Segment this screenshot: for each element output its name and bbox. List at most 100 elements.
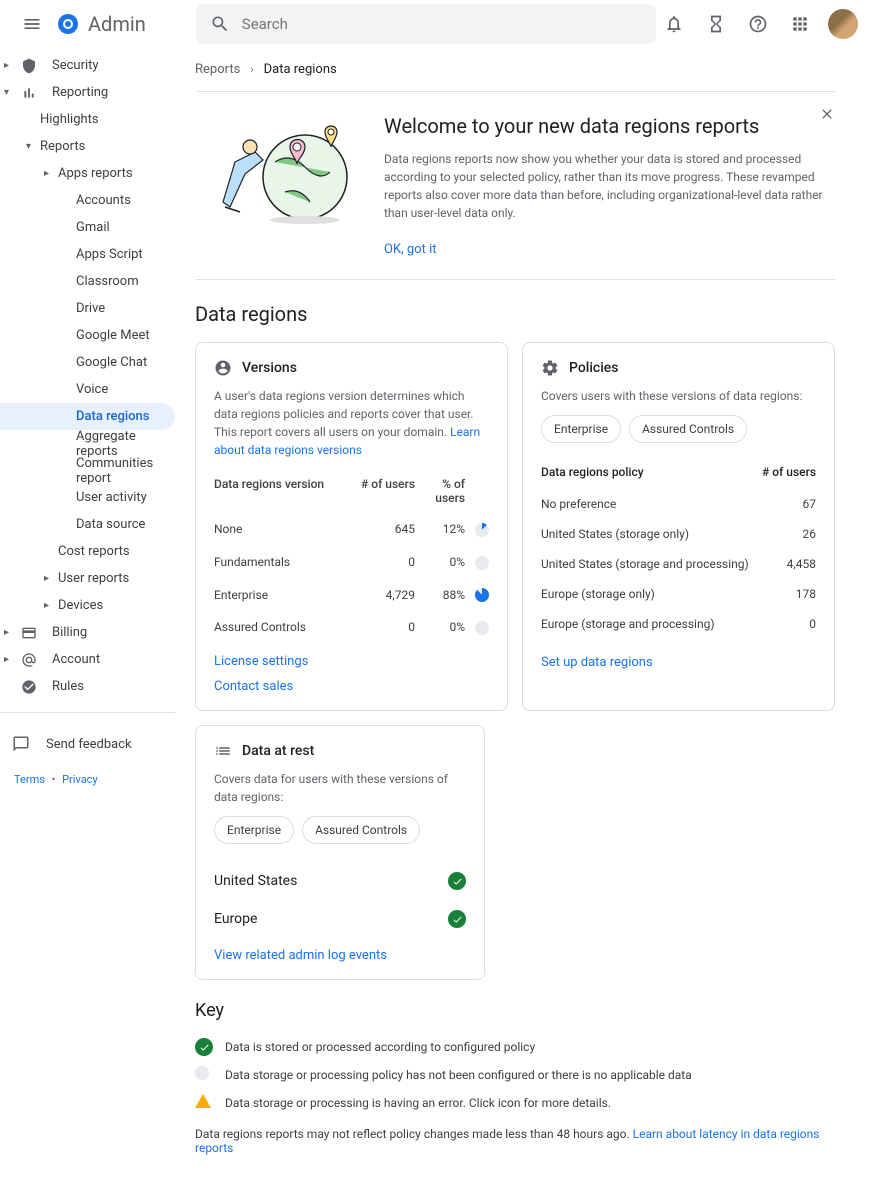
sidebar-item-label: Data source: [76, 517, 145, 532]
card-icon: [20, 624, 38, 642]
hamburger-menu-button[interactable]: [12, 4, 52, 44]
chevron-icon: ▸: [44, 573, 56, 584]
welcome-close-button[interactable]: [819, 106, 835, 126]
sidebar-item-drive[interactable]: Drive: [0, 295, 175, 322]
chevron-icon: ▾: [26, 141, 38, 152]
sidebar-divider: [0, 712, 175, 713]
bell-icon: [664, 14, 684, 34]
feedback-label: Send feedback: [46, 737, 132, 752]
key-note: Data regions reports may not reflect pol…: [195, 1127, 835, 1155]
sidebar-item-label: Google Chat: [76, 355, 147, 370]
sidebar-item-gmail[interactable]: Gmail: [0, 214, 175, 241]
search-bar[interactable]: [196, 4, 656, 44]
send-feedback-button[interactable]: Send feedback: [0, 725, 175, 763]
gear-icon: [541, 359, 559, 377]
sidebar-item-cost-reports[interactable]: Cost reports: [0, 538, 175, 565]
help-icon: [748, 14, 768, 34]
check-circle-icon: [448, 872, 466, 890]
chip-enterprise: Enterprise: [541, 415, 621, 443]
rest-title: Data at rest: [242, 743, 314, 759]
sidebar-item-label: User activity: [76, 490, 147, 505]
table-row: Assured Controls00%: [214, 611, 489, 644]
sidebar-item-label: Data regions: [76, 409, 150, 424]
sidebar-item-data-source[interactable]: Data source: [0, 511, 175, 538]
chevron-icon: ▸: [4, 654, 16, 665]
welcome-ok-button[interactable]: OK, got it: [384, 242, 437, 257]
list-icon: [214, 742, 232, 760]
sidebar-item-user-reports[interactable]: ▸User reports: [0, 565, 175, 592]
sidebar-item-reporting[interactable]: ▾Reporting: [0, 79, 175, 106]
license-settings-link[interactable]: License settings: [214, 654, 489, 669]
sidebar-item-label: Apps reports: [58, 166, 133, 181]
chevron-icon: ▸: [44, 600, 56, 611]
sidebar-item-google-chat[interactable]: Google Chat: [0, 349, 175, 376]
sidebar-item-billing[interactable]: ▸Billing: [0, 619, 175, 646]
contact-sales-link[interactable]: Contact sales: [214, 679, 489, 694]
versions-title: Versions: [242, 360, 297, 376]
close-icon: [819, 106, 835, 122]
sidebar-item-apps-script[interactable]: Apps Script: [0, 241, 175, 268]
sidebar-item-account[interactable]: ▸Account: [0, 646, 175, 673]
sidebar-item-user-activity[interactable]: User activity: [0, 484, 175, 511]
hourglass-icon: [706, 14, 726, 34]
policies-table-header: Data regions policy # of users: [541, 461, 816, 489]
policies-desc: Covers users with these versions of data…: [541, 387, 816, 405]
setup-data-regions-link[interactable]: Set up data regions: [541, 655, 816, 670]
sidebar-item-label: Classroom: [76, 274, 139, 289]
chevron-icon: ▸: [44, 168, 56, 179]
notifications-button[interactable]: [656, 6, 692, 42]
badge-icon: [214, 359, 232, 377]
help-button[interactable]: [740, 6, 776, 42]
breadcrumb: Reports › Data regions: [195, 48, 835, 92]
sidebar-item-devices[interactable]: ▸Devices: [0, 592, 175, 619]
data-at-rest-card: Data at rest Covers data for users with …: [195, 725, 485, 980]
privacy-link[interactable]: Privacy: [62, 773, 98, 786]
sidebar-item-label: Reports: [40, 139, 85, 154]
apps-launcher-button[interactable]: [782, 6, 818, 42]
policies-title: Policies: [569, 360, 619, 376]
sidebar-item-label: Cost reports: [58, 544, 130, 559]
pie-icon: [475, 588, 489, 602]
terms-link[interactable]: Terms: [14, 773, 45, 786]
view-log-events-link[interactable]: View related admin log events: [214, 948, 466, 963]
chevron-right-icon: ›: [250, 63, 253, 76]
chevron-icon: ▾: [4, 87, 16, 98]
table-row: United States (storage only)26: [541, 519, 816, 549]
sidebar-item-communities-report[interactable]: Communities report: [0, 457, 175, 484]
sidebar-item-aggregate-reports[interactable]: Aggregate reports: [0, 430, 175, 457]
sidebar-item-accounts[interactable]: Accounts: [0, 187, 175, 214]
sidebar-item-reports[interactable]: ▾Reports: [0, 133, 175, 160]
footer-links: Terms • Privacy: [0, 763, 175, 796]
sidebar-item-label: Google Meet: [76, 328, 150, 343]
search-input[interactable]: [242, 15, 642, 33]
header-actions: [656, 6, 858, 42]
main-content: Reports › Data regions Welcome to your n…: [175, 48, 855, 1195]
sidebar-item-highlights[interactable]: Highlights: [0, 106, 175, 133]
app-header: Admin: [0, 0, 870, 48]
sidebar-item-security[interactable]: ▸Security: [0, 52, 175, 79]
chip-assured-controls: Assured Controls: [629, 415, 747, 443]
warning-triangle-icon: [195, 1094, 211, 1108]
search-icon: [210, 14, 230, 34]
sidebar-item-rules[interactable]: Rules: [0, 673, 175, 700]
sidebar-item-google-meet[interactable]: Google Meet: [0, 322, 175, 349]
sidebar-item-label: Security: [52, 58, 99, 73]
logo-area[interactable]: Admin: [56, 12, 146, 36]
user-avatar[interactable]: [828, 9, 858, 39]
sidebar-nav: ▸Security▾ReportingHighlights▾Reports▸Ap…: [0, 48, 175, 1195]
sidebar-item-label: Aggregate reports: [76, 429, 175, 459]
breadcrumb-parent[interactable]: Reports: [195, 62, 240, 77]
shield-icon: [20, 57, 38, 75]
hourglass-button[interactable]: [698, 6, 734, 42]
sidebar-item-data-regions[interactable]: Data regions: [0, 403, 175, 430]
sidebar-item-voice[interactable]: Voice: [0, 376, 175, 403]
sidebar-item-apps-reports[interactable]: ▸Apps reports: [0, 160, 175, 187]
table-row: Europe (storage and processing)0: [541, 609, 816, 639]
key-title: Key: [195, 1000, 835, 1021]
table-row: No preference67: [541, 489, 816, 519]
sidebar-item-label: Rules: [52, 679, 84, 694]
sidebar-item-classroom[interactable]: Classroom: [0, 268, 175, 295]
table-row: None64512%: [214, 513, 489, 546]
versions-desc: A user's data regions version determines…: [214, 387, 489, 459]
sidebar-item-label: Communities report: [76, 456, 175, 486]
